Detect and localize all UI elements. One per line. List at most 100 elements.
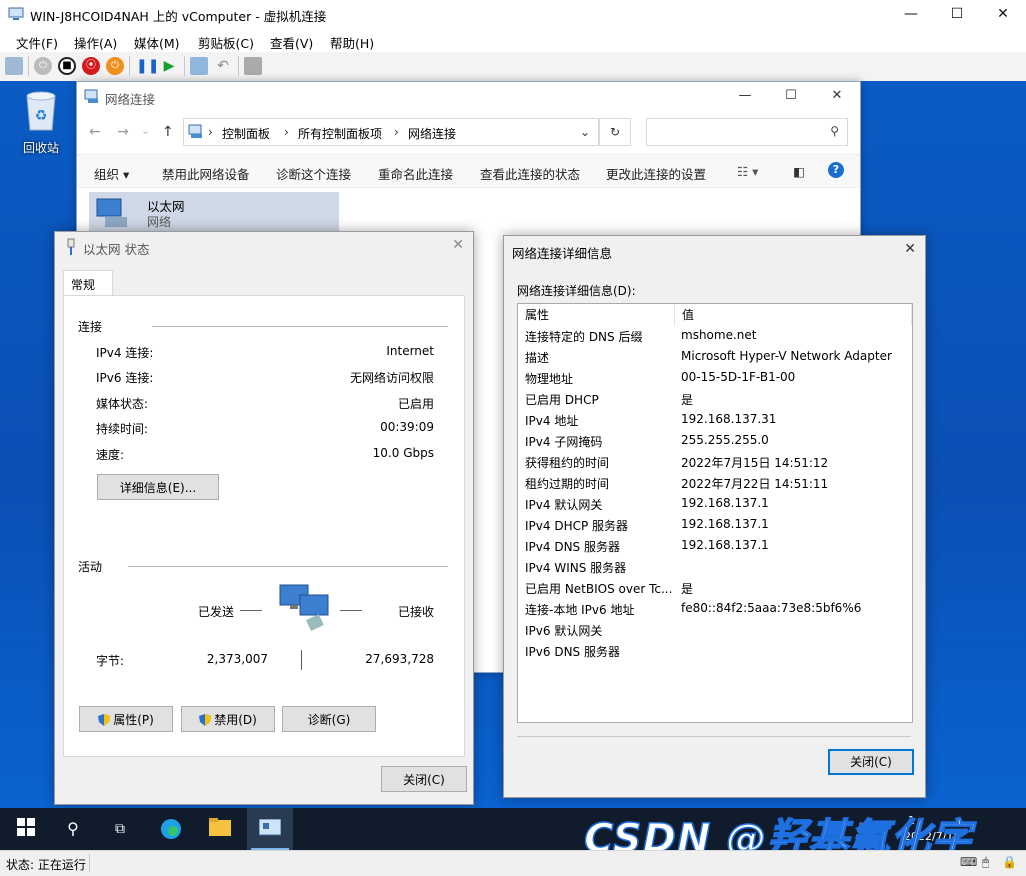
media-state-label: 媒体状态: bbox=[96, 397, 149, 411]
menu-file[interactable]: 文件(F) bbox=[16, 33, 58, 52]
edge-browser-icon[interactable] bbox=[159, 818, 183, 840]
detail-property: IPv4 地址 bbox=[525, 414, 579, 428]
taskbar-network-app[interactable] bbox=[247, 808, 293, 850]
ethernet-cable-icon bbox=[67, 238, 75, 255]
status-close-button[interactable]: 关闭(C) bbox=[381, 766, 467, 792]
detail-value: 192.168.137.31 bbox=[681, 412, 777, 426]
details-dialog-close-icon[interactable]: ✕ bbox=[904, 241, 916, 257]
menu-clipboard[interactable]: 剪贴板(C) bbox=[198, 33, 254, 52]
vm-menubar: 文件(F) 操作(A) 媒体(M) 剪贴板(C) 查看(V) 帮助(H) bbox=[0, 28, 1026, 52]
detail-value: 192.168.137.1 bbox=[681, 517, 769, 531]
ipv6-connectivity-label: IPv6 连接: bbox=[96, 371, 154, 385]
minimize-button[interactable]: — bbox=[888, 0, 934, 28]
cmd-view-status[interactable]: 查看此连接的状态 bbox=[480, 164, 580, 183]
address-dropdown-icon[interactable]: ⌄ bbox=[580, 125, 590, 139]
up-arrow-icon[interactable]: ↑ bbox=[162, 124, 174, 140]
sent-label: 已发送 bbox=[198, 605, 235, 619]
group-activity-label: 活动 bbox=[78, 560, 103, 574]
menu-media[interactable]: 媒体(M) bbox=[134, 33, 180, 52]
command-bar: 组织 ▾ 禁用此网络设备 诊断这个连接 重命名此连接 查看此连接的状态 更改此连… bbox=[77, 154, 860, 188]
turn-off-icon[interactable]: ■ bbox=[58, 57, 76, 75]
back-arrow-icon[interactable]: ← bbox=[89, 124, 101, 140]
bytes-received-value: 27,693,728 bbox=[365, 652, 434, 666]
bytes-sent-value: 2,373,007 bbox=[206, 652, 268, 666]
detail-value: 2022年7月22日 14:51:11 bbox=[681, 477, 829, 491]
detail-property: 连接-本地 IPv6 地址 bbox=[525, 603, 635, 617]
enhanced-session-icon[interactable] bbox=[244, 57, 262, 75]
details-close-button[interactable]: 关闭(C) bbox=[828, 749, 914, 775]
detail-property: 已启用 DHCP bbox=[525, 393, 599, 407]
status-dialog-close-icon[interactable]: ✕ bbox=[452, 237, 464, 253]
ipv6-connectivity-value: 无网络访问权限 bbox=[349, 371, 434, 385]
breadcrumb-control-panel[interactable]: 控制面板 bbox=[222, 125, 270, 142]
revert-icon[interactable]: ↶ bbox=[214, 57, 232, 75]
pause-icon[interactable]: ❚❚ bbox=[136, 57, 159, 75]
status-dialog-title: 以太网 状态 bbox=[83, 242, 150, 257]
diagnose-button[interactable]: 诊断(G) bbox=[282, 706, 376, 732]
recent-chevron-icon[interactable]: ⌄ bbox=[141, 124, 150, 137]
keyboard-icon: ⌨ bbox=[960, 855, 978, 869]
folder-icon bbox=[209, 818, 231, 836]
vm-connect-icon bbox=[8, 7, 24, 20]
menu-view[interactable]: 查看(V) bbox=[270, 33, 313, 52]
details-button[interactable]: 详细信息(E)... bbox=[97, 474, 219, 500]
mouse-icon: 🖱 bbox=[982, 855, 990, 869]
details-list[interactable]: 属性 值 连接特定的 DNS 后缀 mshome.net 描述 Microsoft H… bbox=[517, 303, 913, 723]
help-icon[interactable]: ? bbox=[828, 162, 844, 178]
address-bar-row: ← → ⌄ ↑ › 控制面板 › 所有控制面板项 › 网络连接 ⌄ ↻ ⚲ bbox=[77, 114, 860, 150]
cmd-organize[interactable]: 组织 ▾ bbox=[94, 164, 129, 183]
disable-button[interactable]: 禁用(D) bbox=[181, 706, 275, 732]
start-button[interactable] bbox=[14, 818, 38, 840]
cmd-rename[interactable]: 重命名此连接 bbox=[378, 164, 453, 183]
file-explorer-icon[interactable] bbox=[208, 818, 232, 840]
cmd-disable-device[interactable]: 禁用此网络设备 bbox=[162, 164, 250, 183]
maximize-button[interactable]: ☐ bbox=[934, 0, 980, 28]
resume-icon[interactable]: ▶ bbox=[160, 57, 178, 75]
detail-property: 租约过期的时间 bbox=[525, 477, 610, 491]
toolbar-separator bbox=[238, 56, 239, 76]
received-label: 已接收 bbox=[397, 605, 434, 619]
forward-arrow-icon[interactable]: → bbox=[117, 124, 129, 140]
explorer-maximize-button[interactable]: ☐ bbox=[768, 82, 814, 110]
detail-value: 192.168.137.1 bbox=[681, 538, 769, 552]
cmd-diagnose[interactable]: 诊断这个连接 bbox=[276, 164, 351, 183]
breadcrumb-all-items[interactable]: 所有控制面板项 bbox=[298, 125, 382, 142]
preview-pane-icon[interactable]: ◧ bbox=[793, 164, 805, 179]
task-view-icon[interactable]: ⧉ bbox=[108, 818, 132, 840]
cmd-change-settings[interactable]: 更改此连接的设置 bbox=[606, 164, 706, 183]
detail-value: 2022年7月15日 14:51:12 bbox=[681, 456, 829, 470]
explorer-close-button[interactable]: ✕ bbox=[814, 82, 860, 110]
explorer-minimize-button[interactable]: — bbox=[722, 82, 768, 110]
control-panel-icon bbox=[188, 124, 202, 138]
windows-logo-icon bbox=[17, 818, 35, 836]
search-input[interactable]: ⚲ bbox=[646, 118, 848, 146]
received-line bbox=[340, 610, 362, 611]
menu-action[interactable]: 操作(A) bbox=[74, 33, 117, 52]
search-icon[interactable]: ⚲ bbox=[61, 818, 85, 840]
recycle-bin[interactable]: ♻ 回收站 bbox=[16, 88, 66, 156]
uac-shield-icon bbox=[98, 714, 111, 726]
save-state-icon[interactable]: ⏻ bbox=[106, 57, 124, 75]
shutdown-icon[interactable]: ⦿ bbox=[82, 57, 100, 75]
statusbar-divider bbox=[89, 854, 90, 872]
adapter-ethernet[interactable]: 以太网 网络 bbox=[89, 192, 339, 232]
menu-help[interactable]: 帮助(H) bbox=[330, 33, 374, 52]
details-separator bbox=[517, 736, 911, 737]
toolbar-separator bbox=[28, 56, 29, 76]
close-button[interactable]: ✕ bbox=[980, 0, 1026, 28]
ctrl-alt-del-icon[interactable] bbox=[5, 57, 23, 75]
address-field[interactable]: › 控制面板 › 所有控制面板项 › 网络连接 ⌄ bbox=[183, 118, 599, 146]
detail-value: 255.255.255.0 bbox=[681, 433, 769, 447]
lock-icon: 🔒 bbox=[1002, 855, 1017, 869]
svg-text:♻: ♻ bbox=[35, 108, 48, 124]
refresh-button[interactable]: ↻ bbox=[599, 118, 631, 146]
properties-button[interactable]: 属性(P) bbox=[79, 706, 173, 732]
breadcrumb-network-connections[interactable]: 网络连接 bbox=[408, 125, 456, 142]
vm-statusbar: 状态: 正在运行 ⌨ 🖱 🔒 bbox=[0, 850, 1026, 876]
start-icon[interactable]: ⏻ bbox=[34, 57, 52, 75]
column-header-value[interactable]: 值 bbox=[675, 304, 912, 326]
view-options-icon[interactable]: ☷ ▾ bbox=[737, 164, 758, 179]
checkpoint-icon[interactable] bbox=[190, 57, 208, 75]
column-header-property[interactable]: 属性 bbox=[518, 304, 675, 326]
tab-general[interactable]: 常规 bbox=[63, 270, 113, 297]
